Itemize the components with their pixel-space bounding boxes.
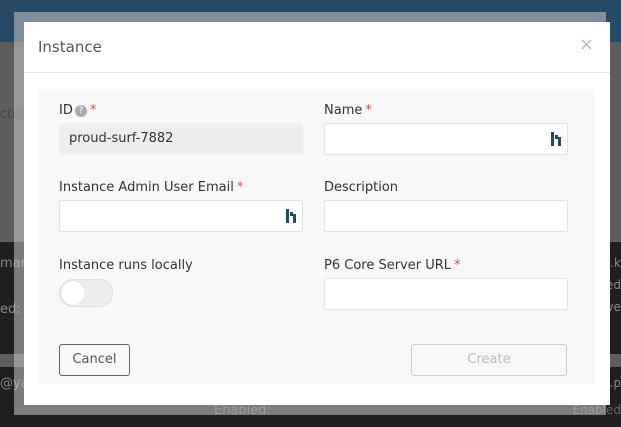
name-label: Name* xyxy=(324,103,372,118)
toggle-knob xyxy=(61,281,85,305)
cancel-button[interactable]: Cancel xyxy=(59,344,130,376)
required-mark: * xyxy=(365,103,372,118)
name-label-text: Name xyxy=(324,103,362,118)
required-mark: * xyxy=(90,103,97,118)
password-manager-icon[interactable] xyxy=(286,209,296,223)
close-icon[interactable]: × xyxy=(579,34,594,55)
name-field[interactable] xyxy=(324,123,568,155)
email-label-text: Instance Admin User Email xyxy=(59,180,234,195)
help-icon[interactable]: ? xyxy=(75,105,87,117)
id-label: ID?* xyxy=(59,103,96,118)
instance-modal: Instance × ID?* proud-surf-7882 Name* In… xyxy=(24,22,610,405)
local-label: Instance runs locally xyxy=(59,258,193,273)
runs-locally-toggle[interactable] xyxy=(59,279,113,307)
url-label-text: P6 Core Server URL xyxy=(324,258,451,273)
password-manager-icon[interactable] xyxy=(551,132,561,146)
description-field[interactable] xyxy=(324,200,568,232)
instance-form: ID?* proud-surf-7882 Name* Instance Admi… xyxy=(39,89,595,384)
required-mark: * xyxy=(237,180,244,195)
description-label: Description xyxy=(324,180,398,195)
url-label: P6 Core Server URL* xyxy=(324,258,461,273)
id-label-text: ID xyxy=(59,103,73,118)
id-field: proud-surf-7882 xyxy=(59,123,303,155)
server-url-field[interactable] xyxy=(324,278,568,310)
id-value: proud-surf-7882 xyxy=(69,131,173,146)
email-label: Instance Admin User Email* xyxy=(59,180,243,195)
modal-title: Instance xyxy=(38,38,102,56)
modal-header: Instance × xyxy=(24,22,610,73)
admin-email-field[interactable] xyxy=(59,200,303,232)
create-button[interactable]: Create xyxy=(411,344,567,376)
required-mark: * xyxy=(454,258,461,273)
